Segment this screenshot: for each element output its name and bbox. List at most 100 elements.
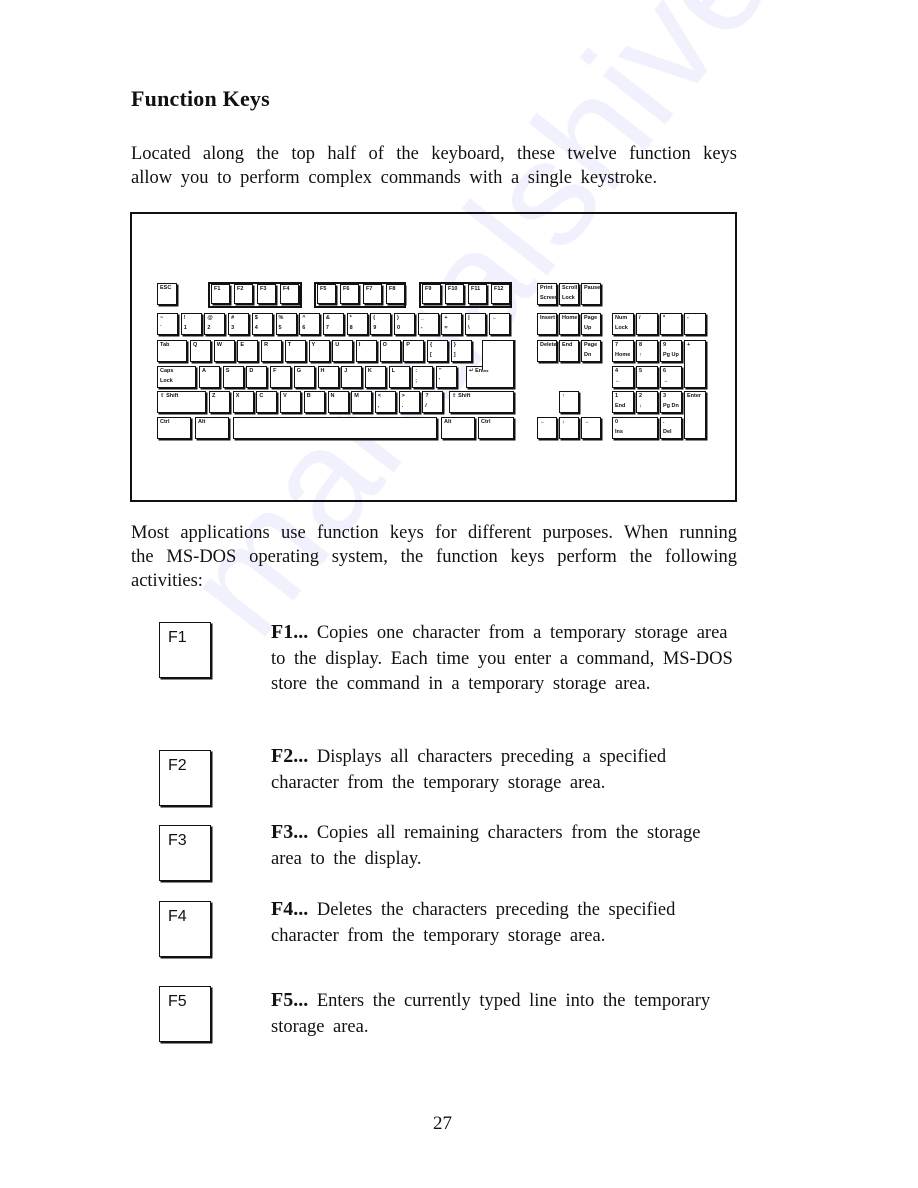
key-legend: Delete [540,342,557,348]
arrow-key-blank: ← [537,417,557,439]
key-legend: M [354,393,359,399]
key-legend: → [584,419,590,425]
key-legend: B [306,393,311,399]
key-legend-lower: 7 [325,325,329,331]
shift-key-blank: ? / [422,391,444,413]
key-legend: : [415,368,418,374]
f5-description-block: F5... Enters the currently typed line in… [271,988,737,1040]
bottom-key-alt: Alt [195,417,229,439]
number-key-0: ) 0 [394,313,415,335]
key-legend: E [240,342,245,348]
key-legend-lower: 8 [349,325,353,331]
key-legend: D [249,368,254,374]
key-legend: * [663,315,666,321]
home-key-g: G [293,366,315,388]
home-key-l: L [388,366,410,388]
key-legend: 8 [639,342,643,348]
key-legend: ← [491,315,498,321]
function-key-f5: F5 [317,284,336,304]
key-legend: { [430,342,433,348]
key-legend: Print [540,285,553,291]
shift-key-v: V [280,391,302,413]
f1-description: Copies one character from a temporary st… [271,623,733,694]
key-legend: K [367,368,372,374]
key-legend-lower: → [663,378,669,384]
key-legend: 0 [615,419,619,425]
edit-key-page-up: Page Up [581,313,601,335]
function-key-f11: F11 [468,284,487,304]
number-key-1: ! 1 [180,313,202,335]
key-legend-lower: / [425,403,427,409]
home-key-k: K [364,366,386,388]
f3-description: Copies all remaining characters from the… [271,823,701,869]
key-legend: Page [584,315,598,321]
system-key-pause: Pause [581,283,601,305]
key-legend-lower: ] [453,352,456,358]
key-legend: ? [425,393,429,399]
qwerty-key-w: W [213,340,235,362]
number-key-blank: + = [441,313,463,335]
key-legend-lower: Up [584,325,592,331]
numpad-key-blank: 4 ← [612,366,634,388]
key-legend: F3 [260,286,267,292]
key-legend: ) [397,315,399,321]
key-legend: F1 [214,286,221,292]
number-key-blank: ~ ` [157,313,178,335]
numpad-key-enter: Enter [684,391,706,439]
f5-key-icon: F5 [159,986,211,1042]
number-key-blank: | \ [465,313,487,335]
key-legend: L [391,368,395,374]
home-key-h: H [317,366,339,388]
qwerty-key-o: O [379,340,401,362]
key-legend: F10 [448,286,458,292]
arrow-key-blank: → [581,417,601,439]
key-legend: Q [193,342,198,348]
f2-description-block: F2... Displays all characters preceding … [271,744,737,796]
number-key-blank: _ - [417,313,439,335]
number-key-3: #3 [228,313,250,335]
numpad-key-blank: / [636,313,658,335]
shift-key-c: C [256,391,278,413]
key-legend-lower: 0 [397,325,401,331]
function-key-f3: F3 [257,284,276,304]
numpad-key-home: 7 Home [612,340,634,362]
key-legend: + [687,342,691,348]
qwerty-key-tab: Tab [157,340,187,362]
qwerty-key-p: P [403,340,425,362]
key-legend: ⇧ Shift [160,393,179,399]
key-legend: # [231,315,235,321]
shift-key-m: M [351,391,373,413]
key-legend: " [439,368,442,374]
f5-label: F5... [271,989,309,1011]
qwerty-key-i: I [355,340,377,362]
key-legend: / [639,315,641,321]
home-key-caps-lock: Caps Lock [157,366,196,388]
key-legend: End [562,342,573,348]
qwerty-key-q: Q [190,340,211,362]
shift-key-x: X [232,391,254,413]
key-legend: F11 [471,286,481,292]
key-legend: 6 [663,368,667,374]
function-key-f4: F4 [280,284,299,304]
f4-key-icon: F4 [159,901,211,957]
key-legend: F2 [237,286,244,292]
key-legend: F12 [494,286,504,292]
key-legend: ↑ [562,393,565,399]
key-legend-lower: Ins [615,429,623,435]
home-key-blank: " ' [436,366,457,388]
key-legend: 1 [615,393,619,399]
key-legend-lower: Del [663,429,672,435]
key-legend-lower: ↑ [639,352,642,358]
bottom-key-ctrl: Ctrl [157,417,191,439]
home-key-s: S [222,366,244,388]
shift-key-shift: ⇧ Shift [449,391,514,413]
function-key-f2: F2 [234,284,253,304]
key-legend-lower: Home [615,352,631,358]
numpad-key-lock: Num Lock [612,313,634,335]
key-legend-lower: Screen [540,295,557,301]
key-legend: F4 [283,286,290,292]
f1-description-block: F1... Copies one character from a tempor… [271,620,737,698]
home-key-d: D [246,366,268,388]
numpad-key-blank: 2 ↓ [636,391,658,413]
f3-label: F3... [271,821,309,843]
